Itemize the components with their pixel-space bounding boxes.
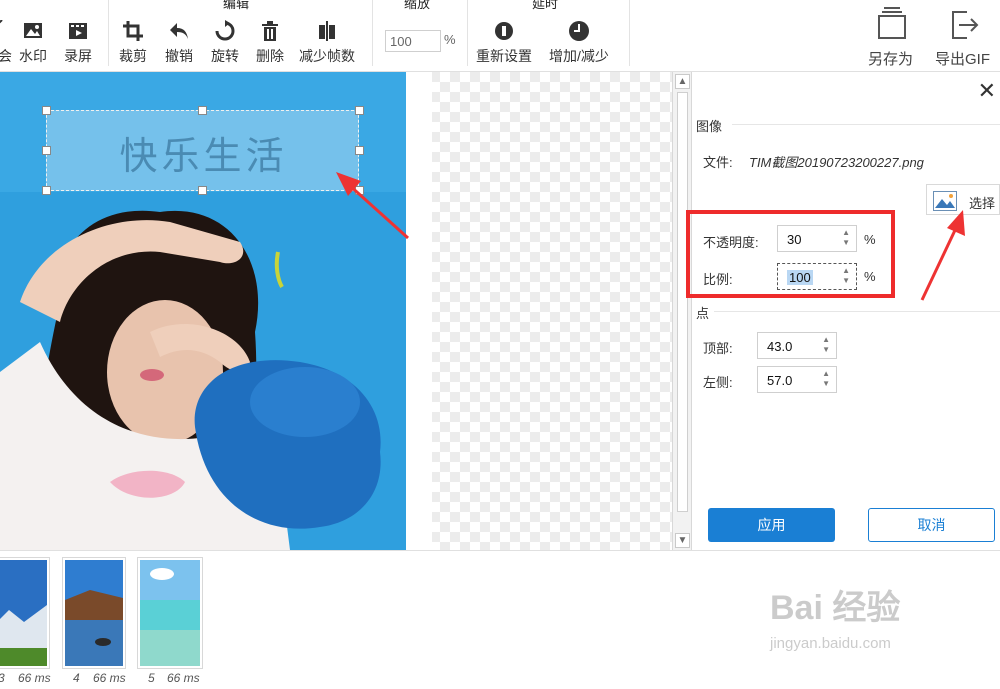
resize-handle[interactable] (198, 186, 207, 195)
top-label: 顶部: (703, 341, 733, 356)
picture-icon (933, 191, 957, 211)
frame-duration: 66 ms (167, 671, 200, 685)
group-title-edit: 编辑 (223, 0, 250, 11)
undo-icon (170, 23, 188, 39)
baidu-url: jingyan.baidu.com (770, 635, 891, 652)
highlight-box (686, 210, 895, 298)
image-section-title: 图像 (696, 119, 723, 134)
chevron-icon (0, 20, 3, 24)
scroll-up-icon[interactable]: ▲ (675, 74, 690, 89)
thumbnail-image (0, 560, 47, 666)
vertical-scrollbar[interactable]: ▲ ▼ (672, 72, 692, 550)
point-section-title: 点 (696, 306, 710, 321)
resize-handle[interactable] (355, 186, 364, 195)
watermark-text: 快乐生活 (119, 134, 288, 178)
baidu-watermark: Bai 经验 jingyan.baidu.com (770, 580, 900, 652)
scroll-thumb[interactable] (677, 92, 688, 512)
reduce-frames-button[interactable]: 减少帧数 (299, 20, 355, 66)
scroll-down-icon[interactable]: ▼ (675, 533, 690, 548)
reset-icon (495, 22, 513, 40)
frame-duration: 66 ms (93, 671, 126, 685)
zoom-input[interactable]: 100 (385, 30, 441, 52)
file-label: 文件: (703, 155, 733, 170)
apply-button[interactable]: 应用 (708, 508, 835, 542)
frame-duration: 66 ms (18, 671, 51, 685)
file-name: TIM截图20190723200227.png (749, 155, 924, 170)
film-icon (69, 23, 87, 39)
resize-handle[interactable] (198, 106, 207, 115)
cancel-button[interactable]: 取消 (868, 508, 995, 542)
left-label: 左侧: (703, 375, 733, 390)
left-stepper[interactable]: 57.0 ▲ ▼ (757, 366, 837, 393)
top-stepper[interactable]: 43.0 ▲ ▼ (757, 332, 837, 359)
section-divider (732, 124, 1000, 125)
frame-thumbnail[interactable] (0, 557, 50, 669)
reset-delay-button[interactable]: 重新设置 (476, 20, 532, 66)
frame-thumbnail[interactable] (137, 557, 203, 669)
image-icon (24, 23, 42, 38)
resize-handle[interactable] (355, 146, 364, 155)
save-as-icon (877, 7, 906, 39)
watermark-button[interactable]: 水印 (19, 20, 47, 66)
add-reduce-delay-button[interactable]: 增加/减少 (549, 20, 609, 66)
record-button[interactable]: 录屏 (64, 20, 92, 66)
resize-handle[interactable] (42, 186, 51, 195)
editor-canvas[interactable]: 快乐生活 (0, 72, 672, 550)
thumbnail-image (65, 560, 123, 666)
close-icon[interactable]: ✕ (978, 78, 996, 104)
crop-button[interactable]: 裁剪 (119, 20, 147, 66)
stepper-arrows-icon[interactable]: ▲ ▼ (822, 335, 830, 355)
stepper-arrows-icon[interactable]: ▲ ▼ (822, 369, 830, 389)
partial-button[interactable]: 会 (0, 20, 16, 66)
rotate-icon (215, 20, 235, 41)
frames-icon (319, 21, 335, 41)
section-divider (714, 311, 1000, 312)
delete-button[interactable]: 删除 (256, 20, 284, 66)
export-gif-button[interactable]: 导出GIF (935, 6, 990, 69)
watermark-overlay[interactable]: 快乐生活 (46, 110, 359, 191)
resize-handle[interactable] (42, 106, 51, 115)
canvas-gap (406, 72, 432, 550)
frame-index: 5 (148, 671, 155, 685)
frame-index: 3 (0, 671, 5, 685)
save-as-button[interactable]: 另存为 (868, 6, 913, 69)
baidu-logo: Bai 经验 (770, 589, 901, 627)
resize-handle[interactable] (355, 106, 364, 115)
group-title-zoom: 缩放 (404, 0, 431, 11)
app-window: 编辑 缩放 延时 会 水印 录屏 裁剪 撤销 旋转 删除 减少帧数 100 % … (0, 0, 1000, 689)
undo-button[interactable]: 撤销 (165, 20, 193, 66)
rotate-button[interactable]: 旋转 (211, 20, 239, 66)
frame-thumbnail[interactable] (62, 557, 126, 669)
frame-index: 4 (73, 671, 80, 685)
zoom-unit: % (444, 32, 456, 47)
toolbar: 编辑 缩放 延时 会 水印 录屏 裁剪 撤销 旋转 删除 减少帧数 100 % … (0, 0, 1000, 72)
clock-icon (568, 21, 589, 41)
choose-image-button[interactable]: 选择 (926, 184, 1000, 215)
toolbar-divider (467, 0, 468, 66)
toolbar-divider (372, 0, 373, 66)
resize-handle[interactable] (42, 146, 51, 155)
watermark-panel: ✕ 图像 文件: TIM截图20190723200227.png 选择 不透明度… (692, 72, 1000, 550)
trash-icon (262, 21, 278, 41)
export-icon (951, 11, 978, 39)
thumbnail-image (140, 560, 200, 666)
group-title-delay: 延时 (532, 0, 559, 11)
toolbar-divider (108, 0, 109, 66)
toolbar-divider (629, 0, 630, 66)
crop-icon (123, 21, 143, 41)
